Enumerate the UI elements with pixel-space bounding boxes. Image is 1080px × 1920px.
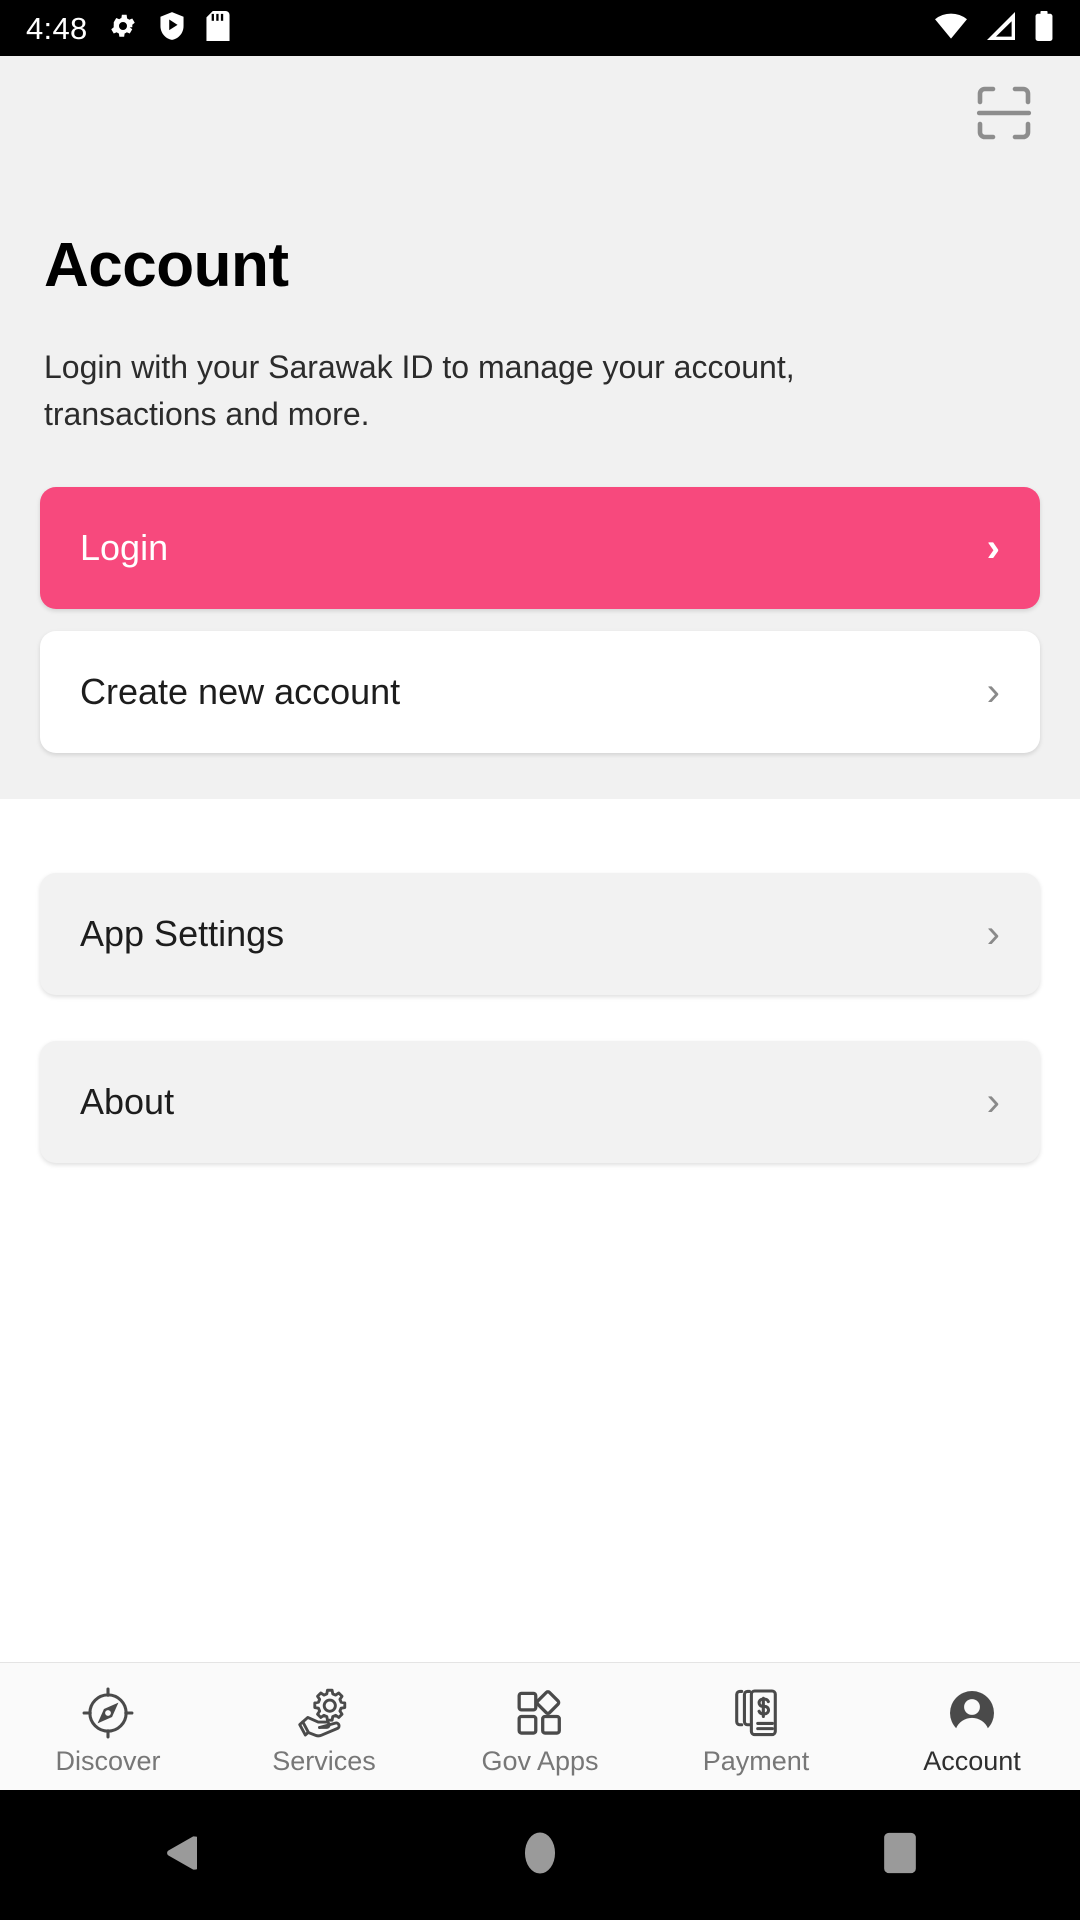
tab-discover[interactable]: Discover xyxy=(0,1663,216,1790)
status-bar-right xyxy=(934,10,1054,46)
chevron-right-icon: › xyxy=(986,525,1000,570)
chevron-right-icon: › xyxy=(986,1079,1000,1124)
tab-account-label: Account xyxy=(923,1746,1021,1776)
android-navigation-bar xyxy=(0,1790,1080,1920)
invoice-dollar-icon xyxy=(729,1684,783,1742)
qr-scan-icon xyxy=(974,83,1034,148)
grid-apps-icon xyxy=(513,1684,567,1742)
scan-row xyxy=(0,56,1080,174)
recents-button[interactable] xyxy=(840,1790,960,1920)
page-title: Account xyxy=(44,231,289,300)
chevron-right-icon: › xyxy=(986,669,1000,714)
about-label: About xyxy=(80,1080,175,1122)
status-bar-left: 4:48 xyxy=(26,10,230,46)
login-button-label: Login xyxy=(80,526,169,568)
tab-gov-apps-label: Gov Apps xyxy=(481,1746,599,1776)
compass-icon xyxy=(81,1684,135,1742)
create-account-button[interactable]: Create new account › xyxy=(40,630,1040,753)
tab-payment[interactable]: Payment xyxy=(648,1663,864,1790)
qr-scan-button[interactable] xyxy=(968,79,1040,151)
account-header-section: Account Login with your Sarawak ID to ma… xyxy=(0,56,1080,799)
tab-gov-apps[interactable]: Gov Apps xyxy=(432,1663,648,1790)
tab-discover-label: Discover xyxy=(55,1746,161,1776)
chevron-right-icon: › xyxy=(986,911,1000,956)
page-subtitle: Login with your Sarawak ID to manage you… xyxy=(44,349,795,432)
battery-full-icon xyxy=(1034,10,1054,46)
bottom-tab-bar: Discover Services Gov Apps Payment Accou… xyxy=(0,1662,1080,1790)
login-button[interactable]: Login › xyxy=(40,486,1040,609)
sd-card-icon xyxy=(206,10,230,46)
tab-account[interactable]: Account xyxy=(864,1663,1080,1790)
status-bar: 4:48 xyxy=(0,0,1080,56)
wifi-icon xyxy=(934,12,968,45)
app-settings-row[interactable]: App Settings › xyxy=(40,872,1040,995)
gear-icon xyxy=(108,11,138,46)
tab-services[interactable]: Services xyxy=(216,1663,432,1790)
status-bar-clock: 4:48 xyxy=(26,10,88,46)
page-content: Account Login with your Sarawak ID to ma… xyxy=(0,56,1080,1662)
tab-payment-label: Payment xyxy=(702,1746,810,1776)
circle-home-icon xyxy=(523,1831,557,1880)
square-recents-icon xyxy=(882,1831,918,1880)
phone-screen: 4:48 Account Login with your Sarawak ID … xyxy=(0,0,1080,1920)
settings-section: App Settings › About › xyxy=(0,798,1080,1662)
app-settings-label: App Settings xyxy=(80,912,285,954)
cellular-signal-icon xyxy=(985,11,1017,45)
triangle-back-icon xyxy=(163,1834,210,1877)
tab-services-label: Services xyxy=(272,1746,376,1776)
about-row[interactable]: About › xyxy=(40,1040,1040,1163)
create-account-button-label: Create new account xyxy=(80,670,401,712)
user-avatar-icon xyxy=(945,1684,999,1742)
home-button[interactable] xyxy=(480,1790,600,1920)
back-button[interactable] xyxy=(120,1790,240,1920)
play-protect-shield-icon xyxy=(158,11,186,46)
hand-gear-icon xyxy=(297,1684,351,1742)
